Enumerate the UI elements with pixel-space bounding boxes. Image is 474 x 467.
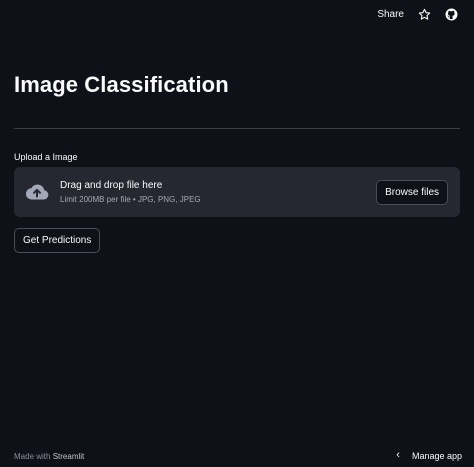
dropzone-text: Drag and drop file here Limit 200MB per … [60,180,376,204]
top-toolbar: Share [377,0,474,28]
github-icon[interactable] [445,8,458,21]
page-title: Image Classification [14,72,229,97]
dropzone-subtitle: Limit 200MB per file • JPG, PNG, JPEG [60,195,201,204]
manage-app-button[interactable]: ‹ Manage app [396,450,462,461]
footer: Made with Streamlit [14,452,84,461]
cloud-upload-icon [24,179,50,205]
chevron-left-icon: ‹ [396,449,400,461]
dropzone-title: Drag and drop file here [60,180,163,191]
upload-label: Upload a Image [14,152,78,162]
footer-made-with: Made with [14,452,51,461]
streamlit-link[interactable]: Streamlit [53,452,85,461]
share-button[interactable]: Share [377,9,404,20]
file-dropzone[interactable]: Drag and drop file here Limit 200MB per … [14,167,460,217]
get-predictions-button[interactable]: Get Predictions [14,228,101,253]
manage-app-label: Manage app [411,450,462,461]
browse-files-button[interactable]: Browse files [376,179,448,205]
divider [14,128,460,129]
star-icon[interactable] [418,8,431,21]
